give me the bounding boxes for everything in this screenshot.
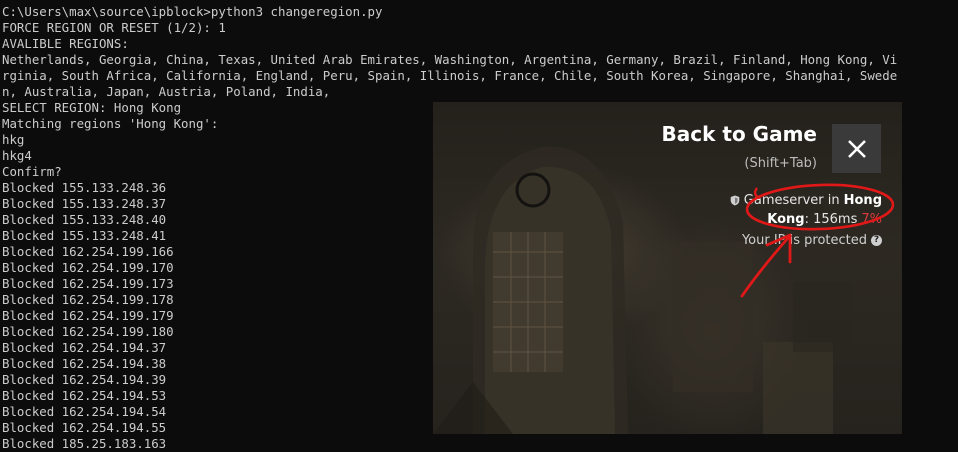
help-icon[interactable]: ?: [871, 235, 882, 246]
region-name-part1: Hong: [843, 193, 882, 208]
close-x-icon: [847, 139, 866, 158]
region-name-part2: Kong: [767, 212, 805, 227]
ping-value: : 156ms: [804, 212, 858, 227]
packet-loss-value: 7%: [861, 212, 882, 227]
terminal-line: AVALIBLE REGIONS:: [2, 36, 129, 51]
terminal-line: Netherlands, Georgia, China, Texas, Unit…: [2, 52, 898, 67]
ip-protection-status: Your IP is protected ?: [742, 233, 882, 248]
terminal-line: FORCE REGION OR RESET (1/2): 1: [2, 20, 226, 35]
game-overlay-panel: Back to Game (Shift+Tab) Gameserver in H…: [433, 102, 902, 434]
gameserver-info-line2: Kong: 156ms 7%: [767, 212, 882, 227]
back-to-game-title[interactable]: Back to Game: [662, 122, 817, 146]
terminal-line: n, Australia, Japan, Austria, Poland, In…: [2, 84, 331, 99]
close-button[interactable]: [832, 124, 881, 173]
gameserver-info-line1: Gameserver in Hong: [730, 193, 882, 208]
shield-icon: [730, 195, 740, 206]
terminal-line: Blocked 185.25.183.163: [2, 436, 167, 451]
terminal-line: C:\Users\max\source\ipblock>python3 chan…: [2, 4, 383, 19]
terminal-line: rginia, South Africa, California, Englan…: [2, 68, 898, 83]
protected-text: Your IP is protected: [741, 233, 867, 248]
server-prefix: Gameserver in: [743, 193, 840, 208]
shortcut-hint: (Shift+Tab): [744, 156, 817, 171]
